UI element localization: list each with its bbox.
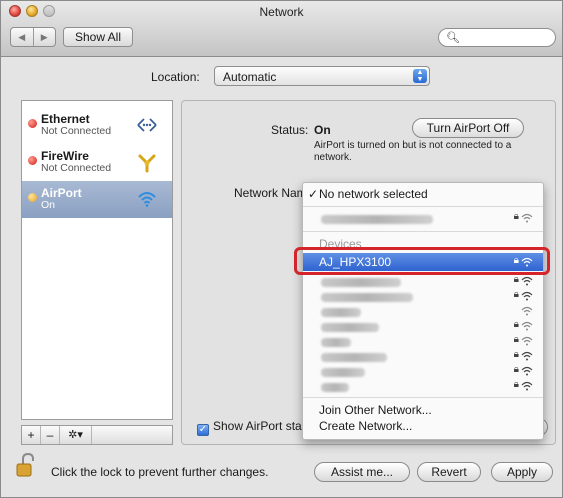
blurred-network-name xyxy=(321,368,365,377)
lock-icon: 🔒︎ xyxy=(513,334,519,345)
wifi-icon xyxy=(521,381,533,391)
create-network-item[interactable]: Create Network... xyxy=(303,418,543,435)
wifi-icon xyxy=(521,276,533,286)
lock-description: Click the lock to prevent further change… xyxy=(51,465,269,479)
menu-item-no-network[interactable]: ✓ No network selected xyxy=(303,186,543,203)
blurred-network-name xyxy=(321,308,361,317)
service-name: AirPort xyxy=(41,186,82,200)
blurred-network-name xyxy=(321,383,349,392)
show-airport-checkbox-row[interactable]: ✓ Show AirPort sta xyxy=(197,419,302,436)
service-list-toolbar: + – ✲▾ xyxy=(21,425,173,445)
status-dot-red-icon xyxy=(28,156,37,165)
popup-arrows-icon: ▲ ▼ xyxy=(413,69,427,83)
status-value: On xyxy=(314,123,331,137)
menu-item-network[interactable]: 🔒︎ xyxy=(303,210,543,227)
wifi-icon xyxy=(521,336,533,346)
service-status: On xyxy=(41,199,56,211)
gear-menu-icon[interactable]: ✲▾ xyxy=(60,426,92,444)
sidebar-item-ethernet[interactable]: Ethernet Not Connected xyxy=(22,107,172,144)
add-service-button[interactable]: + xyxy=(22,426,41,444)
wifi-icon xyxy=(521,213,533,223)
apply-button[interactable]: Apply xyxy=(491,462,553,482)
blurred-network-name xyxy=(321,338,351,347)
search-input[interactable]: 🔍︎ xyxy=(438,28,556,47)
blurred-network-name xyxy=(321,323,379,332)
sidebar-item-airport[interactable]: AirPort On xyxy=(22,181,172,218)
wifi-icon xyxy=(521,291,533,301)
sidebar-item-firewire[interactable]: FireWire Not Connected xyxy=(22,144,172,181)
forward-arrow-icon[interactable]: ▶ xyxy=(32,28,56,46)
assist-me-button[interactable]: Assist me... xyxy=(314,462,410,482)
lock-icon: 🔒︎ xyxy=(513,379,519,390)
toolbar: Network ◀ ▶ Show All 🔍︎ xyxy=(1,1,562,57)
show-airport-label: Show AirPort sta xyxy=(213,419,302,433)
menu-item-network[interactable]: 🔒︎ xyxy=(303,378,543,395)
status-dot-red-icon xyxy=(28,119,37,128)
lock-icon[interactable] xyxy=(14,452,40,478)
location-value: Automatic xyxy=(223,70,277,84)
blurred-network-name xyxy=(321,353,387,362)
wifi-icon xyxy=(521,306,533,316)
service-status: Not Connected xyxy=(41,162,112,174)
checkbox-checked-icon[interactable]: ✓ xyxy=(197,424,209,436)
window-title: Network xyxy=(259,5,304,19)
wifi-icon xyxy=(138,192,156,207)
back-arrow-icon[interactable]: ◀ xyxy=(11,28,33,46)
remove-service-button[interactable]: – xyxy=(41,426,60,444)
menu-separator xyxy=(303,397,543,398)
blurred-network-name xyxy=(321,278,401,287)
blurred-network-name xyxy=(321,215,433,224)
menu-separator xyxy=(303,206,543,207)
service-list: Ethernet Not Connected FireWire Not Conn… xyxy=(21,100,173,420)
lock-icon: 🔒︎ xyxy=(513,364,519,375)
search-icon: 🔍︎ xyxy=(446,32,460,44)
show-all-button[interactable]: Show All xyxy=(63,27,133,47)
lock-icon: 🔒︎ xyxy=(513,274,519,285)
wifi-icon xyxy=(521,351,533,361)
service-status: Not Connected xyxy=(41,125,112,137)
location-label: Location: xyxy=(151,70,200,84)
lock-icon: 🔒︎ xyxy=(513,319,519,330)
status-note: AirPort is turned on but is not connecte… xyxy=(314,140,512,163)
firewire-icon xyxy=(138,154,156,173)
location-select[interactable]: Automatic ▲ ▼ xyxy=(214,66,430,86)
service-name: Ethernet xyxy=(41,112,90,126)
status-label: Status: xyxy=(271,123,309,137)
back-forward-group: ◀ ▶ xyxy=(10,27,56,47)
network-name-menu: ✓ No network selected 🔒︎ Devices AJ_HPX3… xyxy=(302,182,544,440)
network-preferences-window: Network ◀ ▶ Show All 🔍︎ Location: Automa… xyxy=(0,0,563,498)
lock-icon: 🔒︎ xyxy=(513,349,519,360)
turn-airport-off-button[interactable]: Turn AirPort Off xyxy=(412,118,524,138)
checkmark-icon: ✓ xyxy=(308,187,319,201)
blurred-network-name xyxy=(321,293,413,302)
lock-icon: 🔒︎ xyxy=(513,211,519,222)
highlight-annotation-box xyxy=(294,247,550,275)
revert-button[interactable]: Revert xyxy=(417,462,481,482)
menu-separator xyxy=(303,231,543,232)
wifi-icon xyxy=(521,321,533,331)
join-other-network-item[interactable]: Join Other Network... xyxy=(303,402,543,419)
ethernet-icon xyxy=(137,118,157,132)
service-name: FireWire xyxy=(41,149,89,163)
status-dot-orange-icon xyxy=(28,193,37,202)
wifi-icon xyxy=(521,366,533,376)
lock-icon: 🔒︎ xyxy=(513,289,519,300)
